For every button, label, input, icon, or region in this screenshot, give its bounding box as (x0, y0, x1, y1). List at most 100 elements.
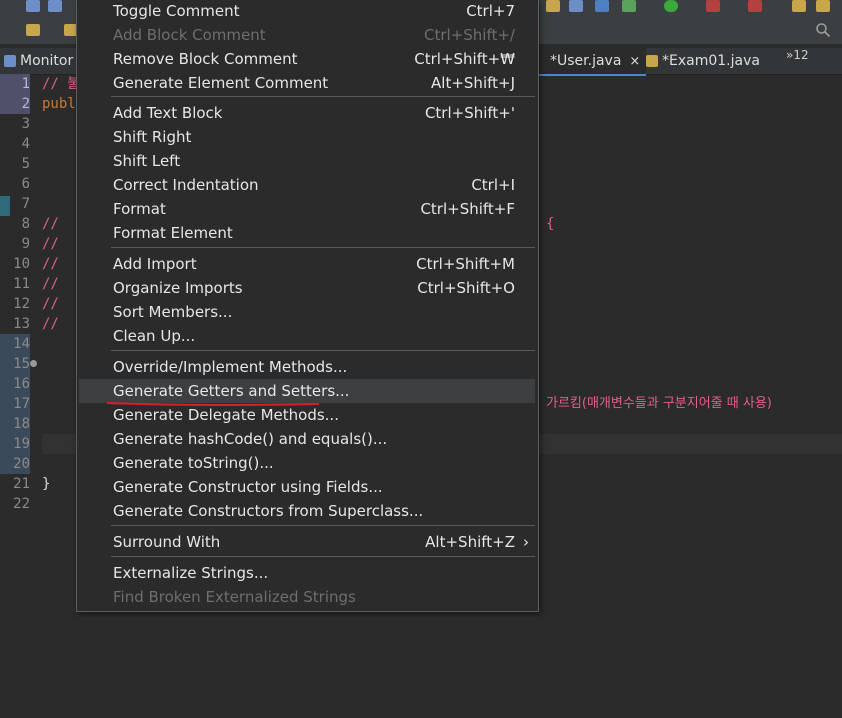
menu-item-shortcut: Ctrl+Shift+₩ (414, 50, 515, 68)
coverage-icon[interactable] (706, 0, 720, 12)
tab-exam01-java[interactable]: *Exam01.java (642, 48, 760, 74)
menu-item-label: Shift Left (113, 152, 181, 170)
menu-item-add-import[interactable]: Add Import Ctrl+Shift+M (79, 252, 535, 276)
open-type-icon[interactable] (792, 0, 806, 12)
save-all-icon[interactable] (48, 0, 62, 12)
menu-item-label: Add Import (113, 255, 197, 273)
menu-item-find-broken-externalized-strings[interactable]: Find Broken Externalized Strings (79, 585, 535, 609)
menu-item-label: Remove Block Comment (113, 50, 298, 68)
menu-item-label: Generate Getters and Setters... (113, 382, 350, 400)
tab-overflow-indicator[interactable]: »12 (786, 48, 809, 62)
tab-label: Monitor (20, 53, 74, 69)
menu-item-override-implement-methods[interactable]: Override/Implement Methods... (79, 355, 535, 379)
code-line-10[interactable]: // (42, 254, 59, 274)
line-number: 14 (0, 334, 30, 354)
code-line-12[interactable]: // (42, 294, 59, 314)
debug-icon[interactable] (622, 0, 636, 12)
menu-item-clean-up[interactable]: Clean Up... (79, 324, 535, 348)
line-number: 13 (13, 316, 30, 332)
tab-label: *Exam01.java (662, 53, 760, 69)
menu-item-label: Correct Indentation (113, 176, 259, 194)
line-number: 17 (0, 394, 30, 414)
menu-item-label: Clean Up... (113, 327, 196, 345)
task-icon[interactable] (569, 0, 583, 12)
fold-marker-icon[interactable] (30, 360, 37, 367)
java-file-icon (646, 55, 658, 67)
new-icon[interactable] (26, 24, 40, 36)
code-line-17-comment[interactable]: 가르킴(매개변수들과 구분지어줄 때 사용) (546, 394, 772, 414)
source-context-menu: Toggle Comment Ctrl+7 Add Block Comment Ctr… (76, 0, 539, 612)
menu-item-sort-members[interactable]: Sort Members... (79, 300, 535, 324)
code-line-2[interactable]: publ (42, 94, 76, 114)
menu-item-shortcut: Ctrl+Shift+' (424, 104, 515, 122)
menu-item-surround-with[interactable]: Surround With Alt+Shift+Z › (79, 530, 535, 554)
line-number: 8 (21, 216, 30, 232)
close-icon[interactable]: × (629, 54, 640, 69)
menu-item-toggle-comment[interactable]: Toggle Comment Ctrl+7 (79, 0, 535, 23)
line-number: 18 (0, 414, 30, 434)
menu-item-shortcut: Ctrl+Shift+O (417, 279, 515, 297)
file-icon (4, 55, 16, 67)
menu-item-generate-tostring[interactable]: Generate toString()... (79, 451, 535, 475)
line-number: 4 (21, 136, 30, 152)
menu-item-label: Externalize Strings... (113, 564, 269, 582)
menu-item-add-text-block[interactable]: Add Text Block Ctrl+Shift+' (79, 101, 535, 125)
menu-item-label: Organize Imports (113, 279, 243, 297)
menu-separator (111, 96, 535, 97)
menu-item-label: Toggle Comment (113, 2, 240, 20)
code-line-1[interactable]: // 불 (42, 74, 80, 94)
menu-item-generate-getters-and-setters[interactable]: Generate Getters and Setters... (79, 379, 535, 403)
line-number: 5 (21, 156, 30, 172)
tab-monitor[interactable]: Monitor (0, 48, 73, 74)
search-icon[interactable] (815, 22, 831, 38)
menu-item-label: Format Element (113, 224, 233, 242)
menu-item-externalize-strings[interactable]: Externalize Strings... (79, 561, 535, 585)
code-line-11[interactable]: // (42, 274, 59, 294)
external-tools-icon[interactable] (748, 0, 762, 12)
menu-item-generate-constructors-from-superclass[interactable]: Generate Constructors from Superclass... (79, 499, 535, 523)
menu-item-label: Generate Constructor using Fields... (113, 478, 383, 496)
menu-item-generate-hashcode-and-equals[interactable]: Generate hashCode() and equals()... (79, 427, 535, 451)
menu-item-generate-element-comment[interactable]: Generate Element Comment Alt+Shift+J (79, 71, 535, 95)
menu-item-add-block-comment[interactable]: Add Block Comment Ctrl+Shift+/ (79, 23, 535, 47)
menu-item-correct-indentation[interactable]: Correct Indentation Ctrl+I (79, 173, 535, 197)
code-line-9[interactable]: // (42, 234, 59, 254)
menu-item-shortcut: Alt+Shift+J (431, 74, 515, 92)
menu-item-format[interactable]: Format Ctrl+Shift+F (79, 197, 535, 221)
menu-item-label: Add Text Block (113, 104, 223, 122)
run-icon[interactable] (664, 0, 678, 12)
line-number: 12 (13, 296, 30, 312)
menu-item-shortcut: Ctrl+7 (466, 2, 515, 20)
code-line-21[interactable]: } (42, 474, 50, 494)
code-line-8-right[interactable]: { (546, 214, 554, 234)
save-icon[interactable] (26, 0, 40, 12)
line-number: 21 (13, 476, 30, 492)
line-number: 20 (0, 454, 30, 474)
line-number: 3 (21, 116, 30, 132)
line-number: 6 (21, 176, 30, 192)
menu-separator (111, 556, 535, 557)
pilcrow-icon[interactable] (595, 0, 609, 12)
pin-icon[interactable] (546, 0, 560, 12)
line-number: 9 (21, 236, 30, 252)
tab-user-java[interactable]: *User.java × (538, 48, 647, 76)
menu-item-organize-imports[interactable]: Organize Imports Ctrl+Shift+O (79, 276, 535, 300)
menu-item-label: Format (113, 200, 166, 218)
menu-item-shortcut: Ctrl+Shift+M (416, 255, 515, 273)
menu-item-generate-constructor-using-fields[interactable]: Generate Constructor using Fields... (79, 475, 535, 499)
menu-item-shift-left[interactable]: Shift Left (79, 149, 535, 173)
menu-item-remove-block-comment[interactable]: Remove Block Comment Ctrl+Shift+₩ (79, 47, 535, 71)
tab-label: *User.java (550, 53, 622, 69)
open-folder-icon[interactable] (816, 0, 830, 12)
menu-item-label: Generate Constructors from Superclass... (113, 502, 424, 520)
menu-item-label: Find Broken Externalized Strings (113, 588, 356, 606)
code-line-8[interactable]: // (42, 214, 59, 234)
menu-item-shortcut: Alt+Shift+Z (425, 533, 515, 551)
line-number: 11 (13, 276, 30, 292)
menu-item-label: Sort Members... (113, 303, 233, 321)
menu-item-shift-right[interactable]: Shift Right (79, 125, 535, 149)
menu-item-label: Shift Right (113, 128, 192, 146)
menu-item-format-element[interactable]: Format Element (79, 221, 535, 245)
menu-item-label: Surround With (113, 533, 221, 551)
code-line-13[interactable]: // (42, 314, 59, 334)
